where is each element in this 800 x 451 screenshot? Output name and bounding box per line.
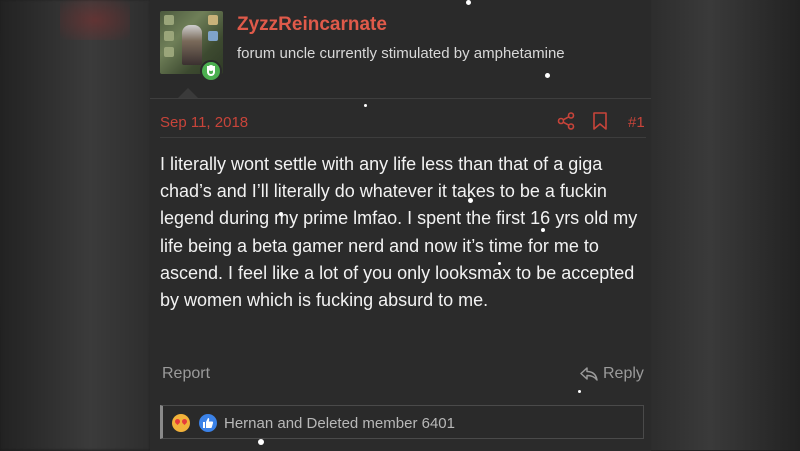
user-title: forum uncle currently stimulated by amph… bbox=[237, 45, 565, 62]
speech-notch bbox=[178, 88, 198, 98]
post-number[interactable]: #1 bbox=[628, 114, 645, 131]
post-body: I literally wont settle with any life le… bbox=[160, 154, 638, 311]
share-icon[interactable] bbox=[557, 112, 575, 130]
avatar-item bbox=[164, 47, 174, 57]
avatar-figure bbox=[182, 25, 202, 65]
reply-icon bbox=[580, 367, 598, 381]
report-button[interactable]: Report bbox=[162, 365, 210, 383]
sparkle-dot bbox=[258, 439, 264, 445]
sparkle-dot bbox=[468, 198, 473, 203]
sparkle-dot bbox=[466, 0, 471, 5]
like-icon bbox=[199, 414, 217, 432]
divider bbox=[160, 137, 646, 138]
reply-button[interactable]: Reply bbox=[580, 365, 644, 383]
sparkle-dot bbox=[541, 228, 545, 232]
username[interactable]: ZyzzReincarnate bbox=[237, 14, 387, 36]
avatar-item bbox=[164, 31, 174, 41]
avatar-item bbox=[164, 15, 174, 25]
online-status-icon bbox=[200, 60, 222, 82]
sparkle-dot bbox=[578, 390, 581, 393]
sparkle-dot bbox=[279, 212, 283, 216]
bookmark-icon[interactable] bbox=[592, 112, 608, 130]
background-blur bbox=[60, 0, 130, 40]
reactions-summary[interactable]: Hernan and Deleted member 6401 bbox=[224, 415, 455, 432]
sparkle-dot bbox=[545, 73, 550, 78]
avatar-item bbox=[208, 31, 218, 41]
avatar-item bbox=[208, 15, 218, 25]
sparkle-dot bbox=[498, 262, 501, 265]
background-left bbox=[0, 0, 150, 450]
post-date[interactable]: Sep 11, 2018 bbox=[160, 114, 248, 131]
sparkle-dot bbox=[364, 104, 367, 107]
reply-label: Reply bbox=[603, 365, 644, 382]
love-emoji-icon bbox=[172, 414, 190, 432]
background-right bbox=[650, 0, 800, 450]
